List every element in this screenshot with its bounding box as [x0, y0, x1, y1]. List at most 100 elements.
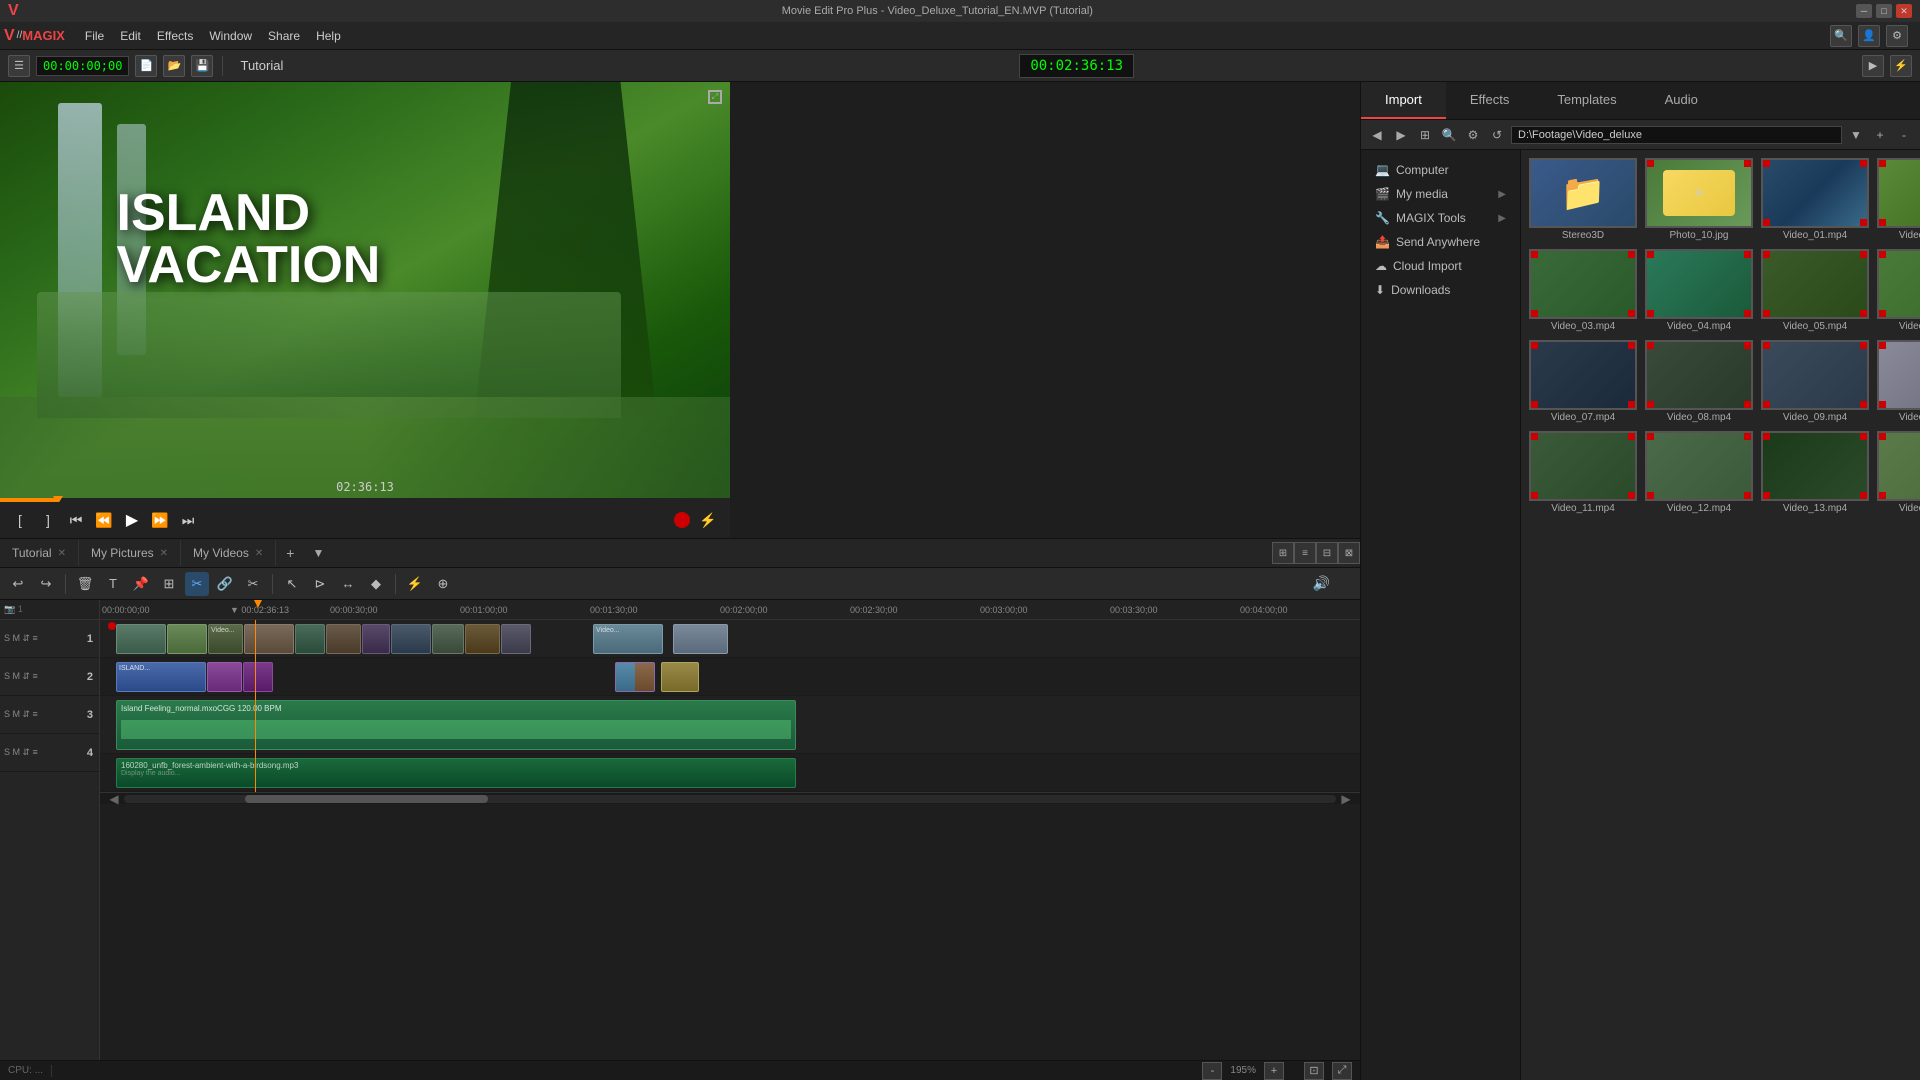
tab-videos[interactable]: My Videos ✕: [181, 540, 276, 566]
menu-window[interactable]: Window: [201, 27, 260, 45]
clip-2[interactable]: [167, 624, 207, 654]
settings-btn[interactable]: ⚙: [1886, 25, 1908, 47]
media-item-stereo3d[interactable]: 📁 Stereo3D: [1529, 158, 1637, 241]
clip-video-end[interactable]: Video...: [593, 624, 663, 654]
volume-icon[interactable]: 🔊: [1313, 575, 1330, 592]
trim-btn[interactable]: ✂: [185, 572, 209, 596]
media-item-v13[interactable]: Video_13.mp4: [1761, 431, 1869, 514]
play-btn[interactable]: ▶: [120, 508, 144, 532]
link-btn[interactable]: 🔗: [213, 572, 237, 596]
add-tab-btn[interactable]: +: [276, 539, 304, 567]
export-btn[interactable]: ▶: [1862, 55, 1884, 77]
menu-edit[interactable]: Edit: [112, 27, 149, 45]
media-item-v07[interactable]: Video_07.mp4: [1529, 340, 1637, 423]
clip-purple-2[interactable]: [243, 662, 273, 692]
clip-1[interactable]: [116, 624, 166, 654]
tab-templates[interactable]: Templates: [1533, 82, 1640, 119]
clip-8[interactable]: [391, 624, 431, 654]
search-global-btn[interactable]: 🔍: [1830, 25, 1852, 47]
account-btn[interactable]: 👤: [1858, 25, 1880, 47]
clip-purple-1[interactable]: [207, 662, 242, 692]
group-btn[interactable]: ⊞: [157, 572, 181, 596]
zoom-in-btn[interactable]: +: [1264, 1062, 1284, 1080]
clip-3[interactable]: Video...: [208, 624, 243, 654]
open-btn[interactable]: 📂: [163, 55, 185, 77]
tab-pictures[interactable]: My Pictures ✕: [79, 540, 181, 566]
media-item-v06[interactable]: Video_06.mp4: [1877, 249, 1920, 332]
add-path-btn[interactable]: +: [1870, 125, 1890, 145]
settings-btn[interactable]: ⚙: [1463, 125, 1483, 145]
h-scrollbar[interactable]: ◀ ▶: [100, 792, 1360, 804]
clip-text-island[interactable]: ISLAND...: [116, 662, 206, 692]
prev-frame-btn[interactable]: ⏪: [92, 508, 116, 532]
hamburger-menu[interactable]: ☰: [8, 55, 30, 77]
media-item-v09[interactable]: Video_09.mp4: [1761, 340, 1869, 423]
cursor-btn[interactable]: ↖: [280, 572, 304, 596]
skip-next-btn[interactable]: ⏭: [176, 508, 200, 532]
grid-view-btn[interactable]: ⊠: [1338, 542, 1360, 564]
media-item-v02[interactable]: Video_02.mp4: [1877, 158, 1920, 241]
fit-btn[interactable]: ⊡: [1304, 1062, 1324, 1080]
clip-end-2[interactable]: [661, 662, 699, 692]
menu-share[interactable]: Share: [260, 27, 308, 45]
storyboard-view-btn[interactable]: ⊞: [1272, 542, 1294, 564]
media-item-v10[interactable]: Video_10.mp4: [1877, 340, 1920, 423]
clip-9[interactable]: [432, 624, 464, 654]
undo-btn[interactable]: ↩: [6, 572, 30, 596]
mark-out-btn[interactable]: ]: [36, 508, 60, 532]
keyframe-btn[interactable]: ◆: [364, 572, 388, 596]
pin-btn[interactable]: 📌: [129, 572, 153, 596]
media-item-v03[interactable]: Video_03.mp4: [1529, 249, 1637, 332]
tab-dropdown-btn[interactable]: ▼: [304, 540, 332, 566]
forward-btn[interactable]: ▶: [1391, 125, 1411, 145]
scroll-left-btn[interactable]: ◀: [104, 792, 124, 806]
sidebar-computer[interactable]: 💻 Computer: [1361, 158, 1520, 182]
timeline-view-btn[interactable]: ≡: [1294, 542, 1316, 564]
audio-clip-2[interactable]: 160280_unfb_forest-ambient-with-a-birdso…: [116, 758, 796, 788]
razor-btn[interactable]: ⚡: [403, 572, 427, 596]
sidebar-my-media[interactable]: 🎬 My media ▶: [1361, 182, 1520, 206]
scroll-thumb[interactable]: [245, 795, 487, 803]
sidebar-send-anywhere[interactable]: 📤 Send Anywhere: [1361, 230, 1520, 254]
ripple-btn[interactable]: ⊳: [308, 572, 332, 596]
multiview-btn[interactable]: ⊟: [1316, 542, 1338, 564]
sidebar-downloads[interactable]: ⬇ Downloads: [1361, 278, 1520, 302]
browser-path[interactable]: D:\Footage\Video_deluxe: [1511, 126, 1842, 144]
window-controls[interactable]: ─ □ ✕: [1856, 4, 1912, 18]
remove-path-btn[interactable]: -: [1894, 125, 1914, 145]
next-frame-btn[interactable]: ⏩: [148, 508, 172, 532]
path-dropdown-btn[interactable]: ▼: [1846, 125, 1866, 145]
redo-btn[interactable]: ↪: [34, 572, 58, 596]
save-btn[interactable]: 💾: [191, 55, 213, 77]
scissors-btn[interactable]: ✂: [241, 572, 265, 596]
search-btn[interactable]: 🔍: [1439, 125, 1459, 145]
preview-fullscreen-btn[interactable]: ⤢: [708, 90, 722, 104]
record-btn[interactable]: [674, 512, 690, 528]
sidebar-magix-tools[interactable]: 🔧 MAGIX Tools ▶: [1361, 206, 1520, 230]
menu-file[interactable]: File: [77, 27, 112, 45]
tab-tutorial[interactable]: Tutorial ✕: [0, 540, 79, 566]
clip-4[interactable]: [244, 624, 294, 654]
zoom-out-btn[interactable]: -: [1202, 1062, 1222, 1080]
burn-btn[interactable]: ⚡: [1890, 55, 1912, 77]
clip-end-1[interactable]: [615, 662, 655, 692]
media-item-v08[interactable]: Video_08.mp4: [1645, 340, 1753, 423]
media-item-v14[interactable]: Video_14.mp4: [1877, 431, 1920, 514]
tab-effects[interactable]: Effects: [1446, 82, 1534, 119]
back-btn[interactable]: ◀: [1367, 125, 1387, 145]
scroll-track[interactable]: [124, 795, 1336, 803]
insert-btn[interactable]: ⊕: [431, 572, 455, 596]
tab-audio[interactable]: Audio: [1641, 82, 1722, 119]
clip-6[interactable]: [326, 624, 361, 654]
minimize-button[interactable]: ─: [1856, 4, 1872, 18]
lightning-btn[interactable]: ⚡: [694, 508, 722, 532]
skip-prev-btn[interactable]: ⏮: [64, 508, 88, 532]
media-item-v11[interactable]: Video_11.mp4: [1529, 431, 1637, 514]
menu-effects[interactable]: Effects: [149, 27, 201, 45]
tab-import[interactable]: Import: [1361, 82, 1446, 119]
media-item-v01[interactable]: Video_01.mp4: [1761, 158, 1869, 241]
menu-help[interactable]: Help: [308, 27, 349, 45]
slip-btn[interactable]: ↔: [336, 572, 360, 596]
delete-btn[interactable]: 🗑: [73, 572, 97, 596]
close-button[interactable]: ✕: [1896, 4, 1912, 18]
